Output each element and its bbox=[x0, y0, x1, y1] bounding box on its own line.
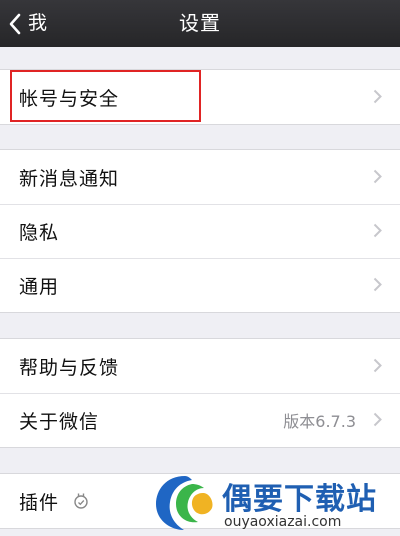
watermark: 偶要下载站 ouyaoxiazai.com bbox=[152, 470, 400, 536]
chevron-right-icon bbox=[373, 89, 382, 104]
chevron-right-icon bbox=[373, 277, 382, 292]
watermark-name: 偶要下载站 bbox=[222, 482, 377, 517]
general-item[interactable]: 通用 bbox=[0, 258, 400, 312]
page-title: 设置 bbox=[179, 11, 221, 35]
settings-group-account: 帐号与安全 bbox=[0, 69, 400, 125]
help-feedback-item[interactable]: 帮助与反馈 bbox=[0, 339, 400, 393]
item-label: 通用 bbox=[19, 275, 60, 298]
item-label: 新消息通知 bbox=[19, 167, 120, 190]
item-label: 帮助与反馈 bbox=[19, 356, 120, 379]
settings-group-help: 帮助与反馈 关于微信 版本6.7.3 bbox=[0, 338, 400, 448]
chevron-right-icon bbox=[373, 169, 382, 184]
plugin-icon bbox=[74, 493, 88, 509]
new-message-notification-item[interactable]: 新消息通知 bbox=[0, 150, 400, 204]
watermark-logo-icon bbox=[156, 476, 213, 530]
chevron-right-icon bbox=[373, 358, 382, 373]
item-label: 隐私 bbox=[19, 221, 60, 244]
nav-bar: 我 设置 bbox=[0, 0, 400, 47]
account-security-item[interactable]: 帐号与安全 bbox=[0, 70, 400, 124]
item-label: 关于微信 bbox=[19, 410, 100, 433]
chevron-right-icon bbox=[373, 223, 382, 238]
item-label: 帐号与安全 bbox=[19, 87, 120, 110]
about-wechat-item[interactable]: 关于微信 版本6.7.3 bbox=[0, 393, 400, 447]
settings-group-notifications: 新消息通知 隐私 通用 bbox=[0, 149, 400, 313]
privacy-item[interactable]: 隐私 bbox=[0, 204, 400, 258]
item-label: 插件 bbox=[19, 491, 60, 514]
version-value: 版本6.7.3 bbox=[283, 412, 356, 431]
chevron-right-icon bbox=[373, 412, 382, 427]
watermark-url: ouyaoxiazai.com bbox=[224, 514, 342, 530]
